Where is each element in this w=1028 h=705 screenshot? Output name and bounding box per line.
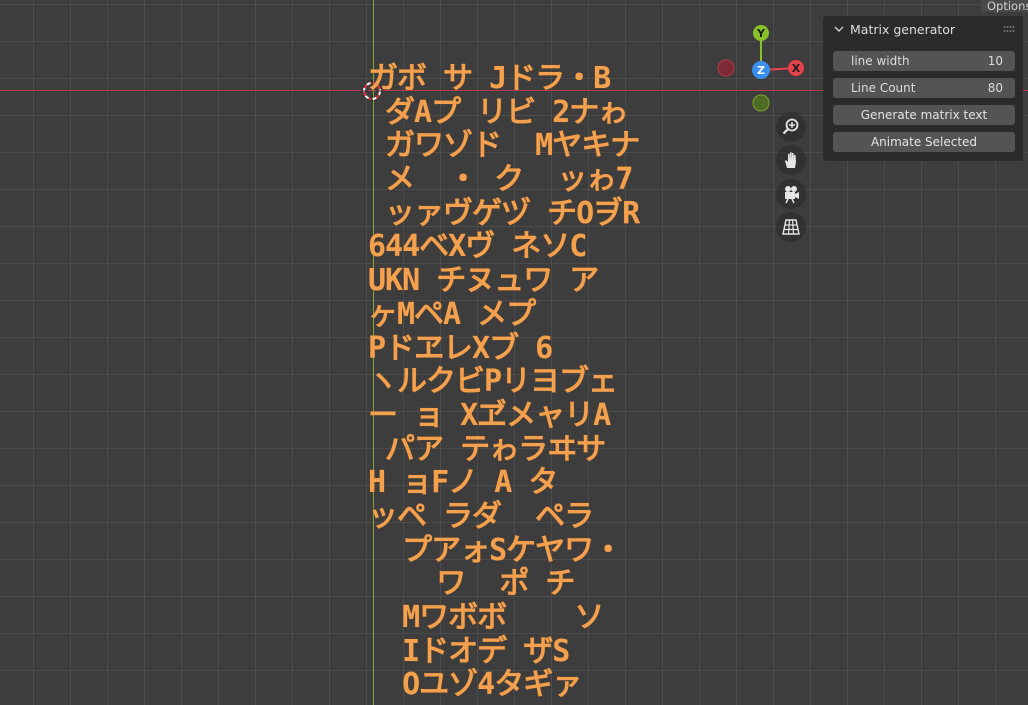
- matrix-line: ワ ポ チ: [368, 566, 575, 602]
- gizmo-z-label: Z: [757, 64, 765, 77]
- line-count-label: Line Count: [851, 81, 916, 95]
- matrix-line: ッペ ラダ ペラ: [368, 498, 594, 534]
- line-count-field[interactable]: Line Count 80: [833, 78, 1015, 98]
- matrix-line: ヽルクビPリヨブェ: [368, 364, 618, 400]
- hand-pan-icon[interactable]: [776, 145, 806, 175]
- matrix-line: ガワゾド Mヤキナ: [368, 128, 640, 164]
- matrix-line: Iドオデ ザS: [368, 633, 570, 669]
- sidebar-panel: Matrix generator line width 10 Line Coun…: [823, 16, 1023, 161]
- generate-matrix-text-button[interactable]: Generate matrix text: [833, 105, 1015, 125]
- perspective-grid-icon[interactable]: [776, 212, 806, 242]
- line-width-label: line width: [851, 54, 910, 68]
- matrix-line: H ョFノ A タ: [368, 465, 558, 501]
- gizmo-x-label: X: [792, 62, 801, 75]
- matrix-line: ー ョ XヹメャリA: [368, 397, 611, 433]
- matrix-line: UKN チヌュワ ア: [368, 263, 599, 299]
- panel-header-matrix-generator[interactable]: Matrix generator: [823, 16, 1023, 42]
- matrix-line: ガボ サ Jドラ・B: [368, 61, 611, 96]
- matrix-line: 644ベXヴ ネソC: [368, 229, 587, 265]
- matrix-text-object[interactable]: ガボ サ Jドラ・B ダAプ リビ 2ナゎ ガワゾド Mヤキナ メ ・ ク ッゎ…: [368, 61, 640, 703]
- drag-grip-icon[interactable]: [1003, 25, 1015, 33]
- options-dropdown[interactable]: Options: [981, 0, 1028, 13]
- matrix-line: ヶMペA メプ: [368, 296, 536, 332]
- gizmo-neg-x-icon: [717, 59, 735, 77]
- gizmo-y-label: Y: [756, 27, 766, 40]
- camera-icon[interactable]: [776, 179, 806, 209]
- chevron-down-icon[interactable]: [833, 23, 845, 35]
- matrix-line: ダAプ リビ 2ナゎ: [368, 94, 628, 130]
- matrix-line: プアォSケヤワ・: [368, 532, 623, 568]
- animate-selected-button[interactable]: Animate Selected: [833, 132, 1015, 152]
- line-count-value: 80: [987, 81, 1003, 95]
- line-width-value: 10: [987, 54, 1003, 68]
- matrix-line: ッァヴゲヅ チOヺR: [368, 195, 640, 231]
- panel-title: Matrix generator: [850, 21, 956, 37]
- matrix-line: メ ・ ク ッゎ7: [368, 162, 633, 198]
- navigation-gizmo[interactable]: Y X Z: [710, 20, 810, 120]
- matrix-line: Oユゾ4タギァ: [368, 667, 582, 703]
- line-width-field[interactable]: line width 10: [833, 51, 1015, 71]
- zoom-icon[interactable]: [776, 112, 806, 142]
- matrix-line: PドヱレXブ 6: [368, 330, 553, 366]
- matrix-line: Mワボボ ソ: [368, 600, 604, 635]
- matrix-line: パア テゎラヰサ: [368, 431, 606, 467]
- gizmo-neg-y-icon: [752, 94, 770, 112]
- options-label: Options: [987, 0, 1028, 13]
